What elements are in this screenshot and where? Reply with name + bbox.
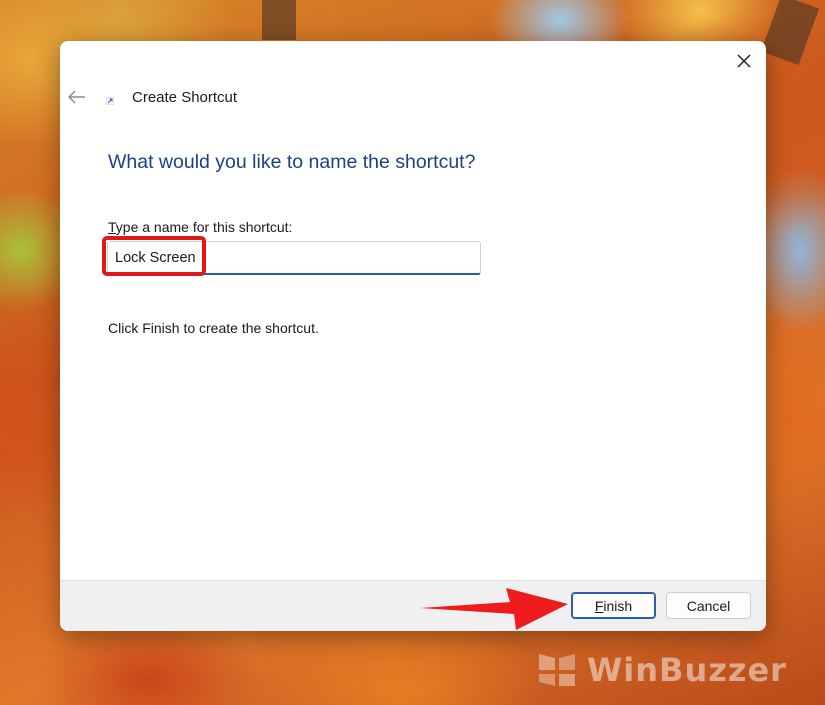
dialog-footer: Finish Cancel xyxy=(60,580,766,631)
finish-accelerator: F xyxy=(594,597,604,614)
back-arrow-icon xyxy=(68,90,85,104)
winbuzzer-logo-icon xyxy=(539,654,575,686)
dialog-title: Create Shortcut xyxy=(132,89,238,106)
label-text: ype a name for this shortcut: xyxy=(115,219,293,235)
background-trunk xyxy=(760,0,820,66)
finish-button[interactable]: Finish xyxy=(571,592,656,619)
finish-hint-text: Click Finish to create the shortcut. xyxy=(108,320,319,336)
close-icon xyxy=(737,54,751,68)
winbuzzer-watermark: WinBuzzer xyxy=(535,648,787,692)
page-heading: What would you like to name the shortcut… xyxy=(108,151,476,173)
shortcut-icon xyxy=(106,97,114,105)
back-button[interactable] xyxy=(66,86,88,108)
cancel-button[interactable]: Cancel xyxy=(666,592,751,619)
label-accelerator: T xyxy=(108,219,116,235)
finish-label: inish xyxy=(603,597,633,614)
create-shortcut-dialog: Create Shortcut What would you like to n… xyxy=(60,41,766,631)
watermark-text: WinBuzzer xyxy=(587,651,787,689)
name-field-label: Type a name for this shortcut: xyxy=(108,219,292,235)
shortcut-name-input[interactable] xyxy=(107,241,481,275)
background-trunk xyxy=(262,0,296,40)
close-button[interactable] xyxy=(730,47,758,75)
